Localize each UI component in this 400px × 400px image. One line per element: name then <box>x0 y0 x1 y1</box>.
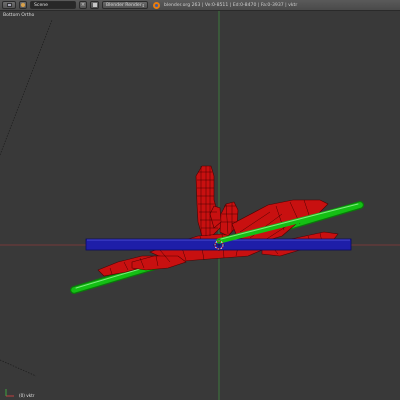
axis-gizmo-icon <box>5 389 14 397</box>
render-engine-icon-button[interactable] <box>90 1 99 9</box>
3d-viewport[interactable]: Bottom Ortho (0) vktr <box>0 11 400 400</box>
camera-frustum-line-2 <box>0 359 37 377</box>
hand-thumb <box>195 165 223 237</box>
render-engine-label: Blender Render <box>106 2 142 8</box>
view-label: Bottom Ortho <box>3 13 35 18</box>
scene-stats: blender.org 263 | Ve:0-8511 | Ed:0-8470 … <box>164 2 298 8</box>
scene-close-button[interactable]: × <box>79 1 87 9</box>
camera-frustum-line <box>0 19 53 156</box>
viewport-scene[interactable] <box>0 11 400 400</box>
scene-name-field[interactable]: Scene <box>30 1 76 9</box>
render-engine-dropdown[interactable]: Blender Render ⇕ <box>102 1 148 9</box>
render-icon <box>92 3 97 7</box>
scene-browse-button[interactable] <box>19 1 27 9</box>
editor-type-icon <box>6 3 12 7</box>
blender-logo-icon <box>153 1 160 9</box>
close-icon: × <box>80 2 86 8</box>
viewport-header: Scene × Blender Render ⇕ blender.org 263… <box>0 0 400 11</box>
scene-icon <box>21 3 25 7</box>
editor-type-button[interactable] <box>2 1 16 9</box>
dropdown-arrows-icon: ⇕ <box>141 2 145 8</box>
active-object-label: (0) vktr <box>19 393 35 398</box>
